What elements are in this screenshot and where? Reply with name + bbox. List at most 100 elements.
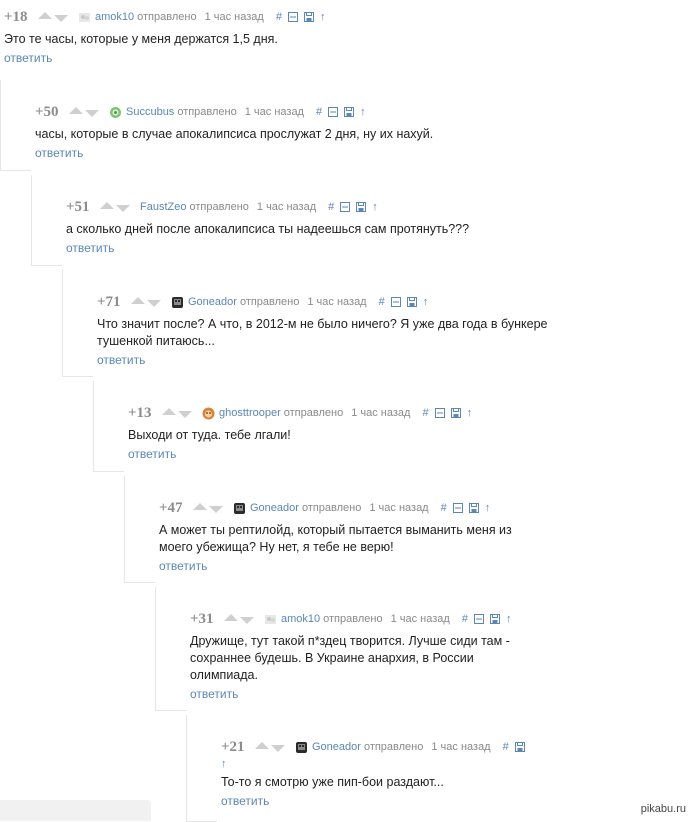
permalink-icon[interactable]: #	[422, 407, 428, 419]
comment-tools: # ↑	[422, 407, 472, 419]
upvote-icon[interactable]	[255, 742, 269, 749]
comment: +31 amok10 отправлено 1 час назад # ↑ Др…	[190, 610, 692, 702]
comment-time: 1 час назад	[204, 11, 264, 23]
downvote-icon[interactable]	[147, 300, 161, 307]
permalink-icon[interactable]: #	[441, 502, 447, 514]
parent-arrow-icon[interactable]: ↑	[320, 11, 326, 23]
downvote-icon[interactable]	[209, 506, 223, 513]
comment-header: +18 amok10 отправлено 1 час назад # ↑	[4, 8, 692, 26]
reply-link[interactable]: ответить	[97, 353, 692, 367]
comment-time: 1 час назад	[390, 613, 450, 625]
save-icon[interactable]	[468, 503, 479, 513]
collapse-icon[interactable]	[434, 408, 445, 418]
comment: +47 Goneador отправлено 1 час назад # ↑ …	[159, 499, 692, 574]
thread-guide	[62, 270, 93, 377]
downvote-icon[interactable]	[54, 15, 68, 22]
comment: +21 Goneador отправлено 1 час назад # ↑ …	[221, 738, 692, 808]
dark-avatar-icon	[295, 741, 308, 754]
save-icon[interactable]	[406, 297, 417, 307]
permalink-icon[interactable]: #	[462, 613, 468, 625]
thread-guide	[31, 175, 62, 266]
thread-guide	[0, 80, 31, 171]
upvote-icon[interactable]	[224, 614, 238, 621]
parent-arrow-icon[interactable]: ↑	[485, 502, 491, 514]
reply-link[interactable]: ответить	[128, 447, 692, 461]
comment-author-link[interactable]: ghosttrooper	[219, 407, 281, 419]
upvote-icon[interactable]	[38, 12, 52, 19]
comment: +13 ghosttrooper отправлено 1 час назад …	[128, 404, 692, 462]
permalink-icon[interactable]: #	[316, 106, 322, 118]
collapse-icon[interactable]	[452, 503, 463, 513]
thread-guide	[124, 476, 155, 583]
comment: +50 Succubus отправлено 1 час назад # ↑ …	[35, 103, 692, 161]
comment-rating: +50	[35, 103, 59, 120]
comment-text: А может ты рептилойд, который пытается в…	[159, 523, 512, 554]
collapse-icon[interactable]	[287, 12, 298, 22]
comment-author-link[interactable]: FaustZeo	[140, 201, 186, 213]
comment-time: 1 час назад	[369, 502, 429, 514]
comment-rating: +51	[66, 198, 90, 215]
upvote-icon[interactable]	[100, 202, 114, 209]
comment-text: Выходи от туда. тебе лгали!	[128, 428, 291, 442]
permalink-icon[interactable]: #	[276, 11, 282, 23]
parent-arrow-icon[interactable]: ↑	[467, 407, 473, 419]
comment-rating: +31	[190, 610, 214, 627]
reply-link[interactable]: ответить	[35, 146, 692, 160]
comment-sent-label: отправлено	[323, 613, 383, 625]
comment-time: 1 час назад	[244, 106, 304, 118]
upvote-icon[interactable]	[162, 408, 176, 415]
comment-rating: +18	[4, 8, 28, 25]
comment-author-link[interactable]: Succubus	[126, 106, 174, 118]
downvote-icon[interactable]	[178, 411, 192, 418]
parent-arrow-icon[interactable]: ↑	[423, 296, 429, 308]
comment-tools: #	[503, 741, 525, 753]
comment-author-link[interactable]: Goneador	[312, 741, 361, 753]
save-icon[interactable]	[514, 742, 525, 752]
collapse-icon[interactable]	[328, 107, 339, 117]
comment-tools: # ↑	[462, 613, 512, 625]
comment-time: 1 час назад	[351, 407, 411, 419]
collapse-icon[interactable]	[390, 297, 401, 307]
parent-arrow-icon[interactable]: ↑	[506, 613, 512, 625]
upvote-icon[interactable]	[69, 107, 83, 114]
parent-arrow-icon[interactable]: ↑	[372, 201, 378, 213]
comment-author-link[interactable]: Goneador	[188, 296, 237, 308]
bw-avatar-icon	[264, 613, 277, 626]
comment-tools: # ↑	[379, 296, 429, 308]
comment-tools: # ↑	[441, 502, 491, 514]
reply-link[interactable]: ответить	[66, 241, 692, 255]
upvote-icon[interactable]	[193, 503, 207, 510]
comment-author-link[interactable]: amok10	[281, 613, 320, 625]
downvote-icon[interactable]	[271, 745, 285, 752]
save-icon[interactable]	[344, 107, 355, 117]
reply-link[interactable]: ответить	[4, 51, 692, 65]
permalink-icon[interactable]: #	[379, 296, 385, 308]
downvote-icon[interactable]	[116, 205, 130, 212]
green-avatar-icon	[109, 106, 122, 119]
comment-author-link[interactable]: amok10	[95, 11, 134, 23]
reply-link[interactable]: ответить	[190, 687, 692, 701]
permalink-icon[interactable]: #	[328, 201, 334, 213]
comment-time: 1 час назад	[431, 741, 491, 753]
orange-avatar-icon	[202, 407, 215, 420]
downvote-icon[interactable]	[240, 617, 254, 624]
comment-time: 1 час назад	[256, 201, 317, 213]
reply-link[interactable]: ответить	[159, 559, 692, 573]
save-icon[interactable]	[489, 614, 500, 624]
save-icon[interactable]	[356, 202, 367, 212]
upvote-icon[interactable]	[131, 297, 145, 304]
bw-avatar-icon	[78, 11, 91, 24]
thread-guide	[155, 587, 186, 711]
thread-guide	[93, 381, 124, 472]
dark-avatar-icon	[171, 296, 184, 309]
collapse-icon[interactable]	[340, 202, 351, 212]
downvote-icon[interactable]	[85, 110, 99, 117]
permalink-icon[interactable]: #	[503, 741, 509, 753]
save-icon[interactable]	[450, 408, 461, 418]
collapse-icon[interactable]	[473, 614, 484, 624]
parent-arrow-icon[interactable]: ↑	[221, 758, 692, 770]
parent-arrow-icon[interactable]: ↑	[360, 106, 366, 118]
save-icon[interactable]	[303, 12, 314, 22]
comment-author-link[interactable]: Goneador	[250, 502, 299, 514]
reply-link[interactable]: ответить	[221, 794, 692, 808]
